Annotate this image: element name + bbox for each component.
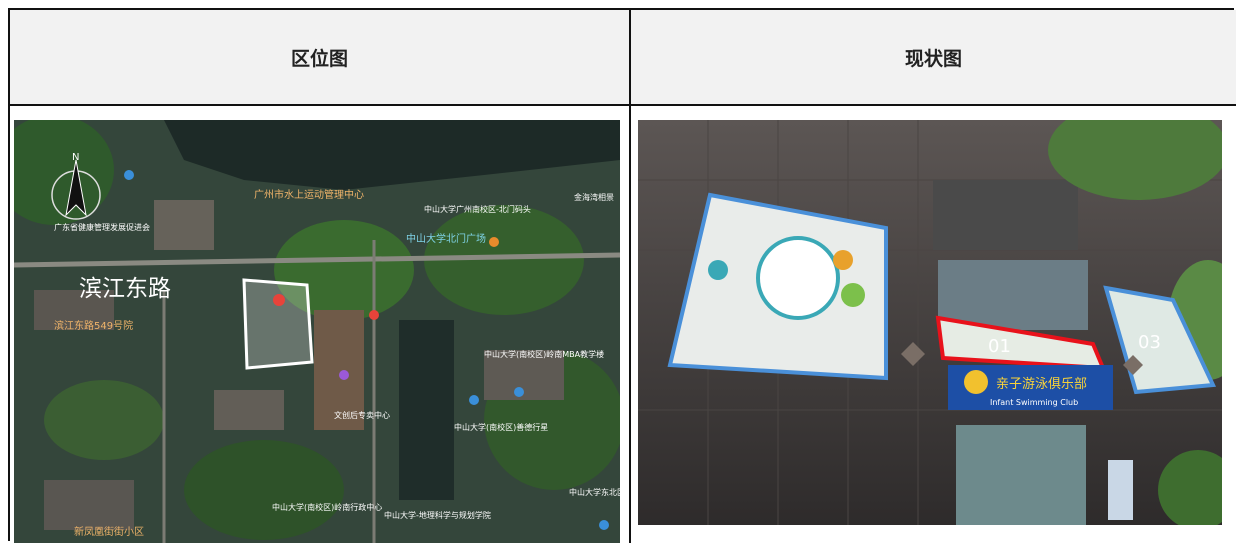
svg-text:新凤凰街街小区: 新凤凰街街小区 (74, 525, 144, 538)
svg-text:中山大学-地理科学与规划学院: 中山大学-地理科学与规划学院 (384, 510, 491, 520)
svg-text:中山大学(南校区)善德行星: 中山大学(南校区)善德行星 (454, 422, 548, 432)
svg-text:中山大学北门广场: 中山大学北门广场 (406, 232, 486, 245)
svg-text:文创后专卖中心: 文创后专卖中心 (334, 410, 390, 420)
site-boundary (242, 278, 314, 370)
comparison-table: 区位图 现状图 N 滨江东路 广州市水上运动管理中心 中山大学北门广场 中山大学… (8, 8, 1236, 543)
svg-text:金海湾相景: 金海湾相景 (574, 192, 614, 202)
svg-text:滨江东路549号院: 滨江东路549号院 (54, 319, 133, 332)
svg-text:N: N (72, 152, 79, 163)
sign-english: Infant Swimming Club (990, 398, 1078, 407)
svg-text:中山大学东北区: 中山大学东北区 (569, 487, 620, 497)
callout-03-label: 03 (1138, 332, 1161, 353)
callout-02-label: 02 (763, 276, 786, 297)
header-location-map: 区位图 (10, 10, 629, 106)
column-divider (629, 10, 631, 543)
road-label: 滨江东路 (79, 276, 171, 302)
svg-text:广州市水上运动管理中心: 广州市水上运动管理中心 (254, 188, 364, 201)
sign-chinese: 亲子游泳俱乐部 (996, 377, 1087, 392)
svg-text:广东省健康管理发展促进会: 广东省健康管理发展促进会 (54, 222, 150, 232)
callout-01-label: 01 (988, 336, 1011, 357)
current-photo: 02 03 01 亲子游泳俱乐部 Infant Swimming Club (638, 120, 1222, 525)
svg-text:中山大学广州南校区-北门码头: 中山大学广州南校区-北门码头 (424, 204, 531, 214)
svg-text:中山大学(南校区)岭南行政中心: 中山大学(南校区)岭南行政中心 (272, 502, 382, 512)
location-map: N 滨江东路 广州市水上运动管理中心 中山大学北门广场 中山大学广州南校区-北门… (14, 120, 620, 543)
header-current-photo: 现状图 (631, 10, 1236, 106)
svg-text:中山大学(南校区)岭南MBA教学楼: 中山大学(南校区)岭南MBA教学楼 (484, 349, 604, 359)
